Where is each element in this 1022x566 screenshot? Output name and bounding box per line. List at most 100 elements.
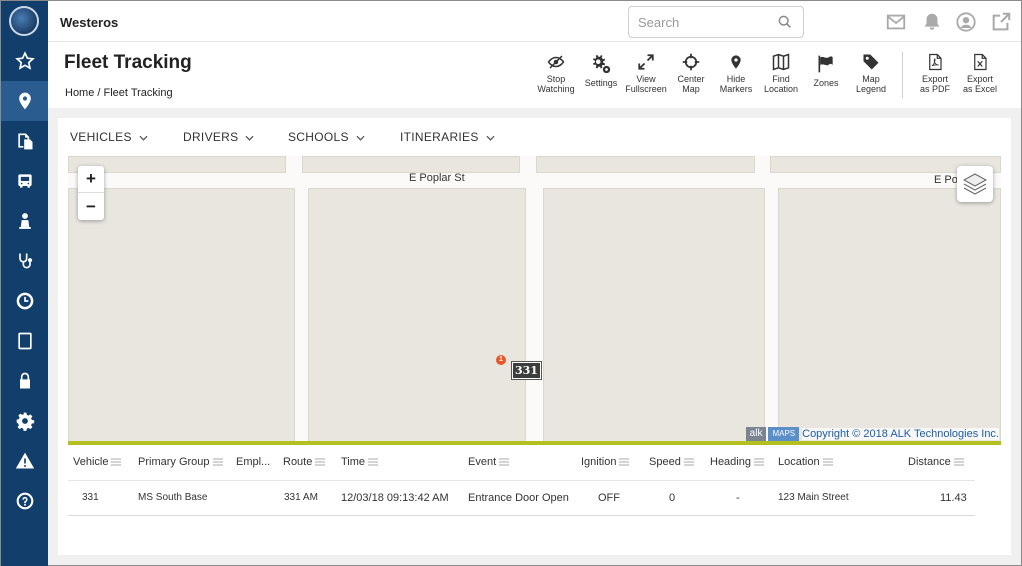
chevron-down-icon [245, 135, 254, 141]
sidebar-item-buses[interactable] [1, 161, 48, 201]
sidebar-item-devices[interactable] [1, 321, 48, 361]
tag-icon [863, 54, 879, 70]
page-title: Fleet Tracking [64, 52, 192, 73]
documents-icon [17, 133, 32, 150]
sidebar-item-drivers[interactable] [1, 201, 48, 241]
breadcrumb[interactable]: Home / Fleet Tracking [65, 87, 173, 99]
map-block [778, 188, 1001, 443]
table-row[interactable]: 331 MS South Base 331 AM 12/03/18 09:13:… [68, 481, 975, 516]
column-header-distance[interactable]: Distance [908, 456, 964, 468]
copyright-link[interactable]: Copyright © 2018 ALK Technologies Inc. [802, 428, 999, 440]
stop-watching-button[interactable]: Stop Watching [532, 52, 580, 94]
sidebar-item-health[interactable] [1, 241, 48, 281]
column-header-primary-group[interactable]: Primary Group [138, 456, 223, 468]
cell-route: 331 AM [284, 492, 318, 503]
zoom-in-button[interactable]: + [78, 166, 104, 193]
user-account-icon[interactable] [955, 11, 977, 33]
sidebar-item-documents[interactable] [1, 121, 48, 161]
bell-icon[interactable] [921, 11, 943, 33]
warning-icon [15, 452, 34, 469]
tab-vehicles[interactable]: VEHICLES [70, 130, 148, 144]
column-menu-icon[interactable] [683, 458, 694, 466]
column-menu-icon[interactable] [111, 458, 122, 466]
column-menu-icon[interactable] [822, 458, 833, 466]
app-logo[interactable] [9, 6, 39, 36]
street-label: E Po [934, 174, 958, 186]
column-header-time[interactable]: Time [341, 456, 379, 468]
map-pin-icon [731, 55, 741, 69]
expand-icon [638, 54, 654, 70]
gears-icon [593, 54, 611, 74]
column-menu-icon[interactable] [619, 458, 630, 466]
center-map-button[interactable]: Center Map [667, 52, 715, 94]
vehicle-marker-label[interactable]: 331 [511, 361, 542, 380]
tab-drivers[interactable]: DRIVERS [183, 130, 254, 144]
app-name: Westeros [60, 15, 119, 30]
column-header-location[interactable]: Location [778, 456, 833, 468]
external-link-icon[interactable] [990, 11, 1012, 33]
tab-itineraries[interactable]: ITINERARIES [400, 130, 495, 144]
map-legend-button[interactable]: Map Legend [847, 52, 895, 94]
bus-icon [17, 174, 32, 188]
find-location-button[interactable]: Find Location [757, 52, 805, 94]
column-header-event[interactable]: Event [468, 456, 510, 468]
search-icon[interactable] [777, 14, 793, 30]
stethoscope-icon [18, 253, 32, 269]
excel-file-icon [974, 53, 987, 71]
map-marker-icon [18, 92, 31, 110]
lock-icon [19, 372, 30, 389]
sidebar-item-favorites[interactable] [1, 41, 48, 81]
tab-schools[interactable]: SCHOOLS [288, 130, 365, 144]
column-menu-icon[interactable] [368, 458, 379, 466]
vehicle-grid: Vehicle Primary Group Empl... Route Time… [68, 445, 975, 516]
map-block [308, 188, 526, 443]
map-block [68, 188, 295, 443]
column-header-heading[interactable]: Heading [710, 456, 764, 468]
cell-speed: 0 [669, 492, 676, 504]
sidebar-item-settings[interactable] [1, 401, 48, 441]
column-menu-icon[interactable] [499, 458, 510, 466]
sidebar-item-security[interactable] [1, 361, 48, 401]
flag-icon [818, 55, 833, 73]
layers-button[interactable] [957, 166, 993, 202]
view-fullscreen-button[interactable]: View Fullscreen [622, 52, 670, 94]
sidebar-item-help[interactable] [1, 481, 48, 521]
chevron-down-icon [139, 135, 148, 141]
map-icon [772, 53, 790, 71]
map-block [536, 156, 755, 173]
star-icon [14, 51, 35, 70]
zoom-out-button[interactable]: − [78, 193, 104, 220]
hide-markers-button[interactable]: Hide Markers [712, 52, 760, 94]
main-content: VEHICLES DRIVERS SCHOOLS ITINERARIES E P… [58, 118, 1011, 555]
chevron-down-icon [356, 135, 365, 141]
column-menu-icon[interactable] [212, 458, 223, 466]
column-header-vehicle[interactable]: Vehicle [73, 456, 122, 468]
column-header-employee[interactable]: Empl... [236, 456, 270, 468]
cell-ignition: OFF [598, 492, 620, 504]
export-excel-button[interactable]: Export as Excel [956, 52, 1004, 94]
settings-button[interactable]: Settings [577, 52, 625, 88]
page-header: Fleet Tracking Home / Fleet Tracking Sto… [48, 42, 1021, 108]
column-menu-icon[interactable] [753, 458, 764, 466]
column-menu-icon[interactable] [315, 458, 326, 466]
column-menu-icon[interactable] [953, 458, 964, 466]
gear-icon [16, 412, 34, 431]
search-input[interactable] [638, 15, 768, 30]
sidebar-item-history[interactable] [1, 281, 48, 321]
alert-marker[interactable]: 1 [496, 355, 506, 365]
alk-logo: alk [745, 427, 767, 441]
mail-icon[interactable] [885, 11, 907, 33]
street-label: E Poplar St [409, 172, 465, 184]
export-pdf-button[interactable]: Export as PDF [911, 52, 959, 94]
column-header-route[interactable]: Route [283, 456, 326, 468]
search-box[interactable] [628, 6, 804, 38]
column-header-ignition[interactable]: Ignition [581, 456, 630, 468]
sidebar-item-alerts[interactable] [1, 441, 48, 481]
column-header-speed[interactable]: Speed [649, 456, 694, 468]
fleet-map[interactable]: E Poplar St E Po + − 1 331 alk MAPS Copy… [68, 156, 1001, 443]
zones-button[interactable]: Zones [802, 52, 850, 88]
chevron-down-icon [486, 135, 495, 141]
sidebar-nav [1, 1, 48, 566]
cell-vehicle: 331 [82, 492, 99, 503]
sidebar-item-fleet-tracking[interactable] [1, 81, 48, 121]
